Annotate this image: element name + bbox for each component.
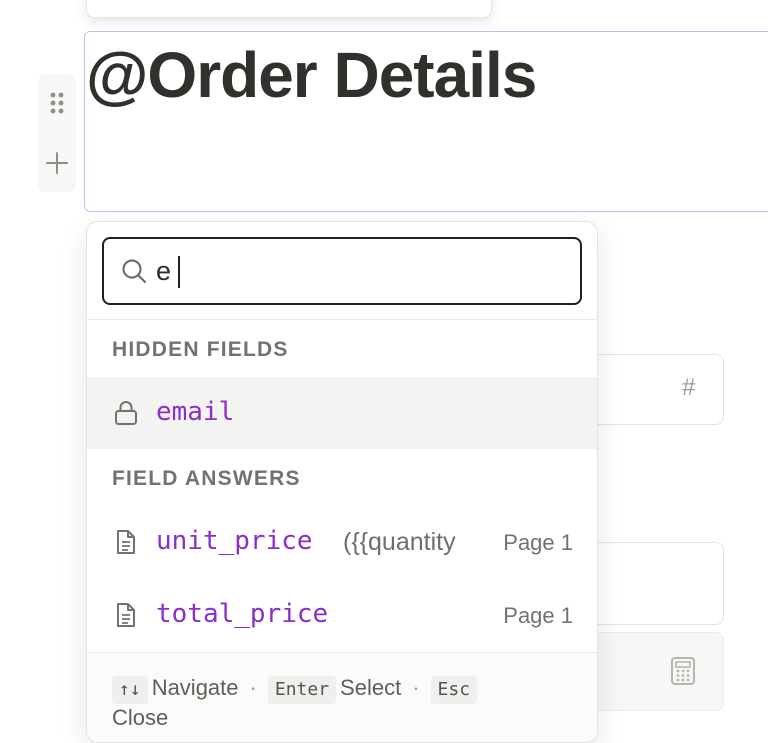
navigate-hint: Navigate [151, 675, 239, 700]
enter-key: Enter [267, 676, 337, 704]
field-formula-preview: ({{quantity [343, 528, 456, 556]
mention-menu: HIDDEN FIELDS email FIELD ANSWERS unit_p… [86, 221, 598, 743]
search-icon [122, 259, 147, 284]
search-input[interactable] [156, 255, 556, 287]
page-badge: Page 1 [503, 530, 573, 555]
lock-icon [115, 401, 137, 425]
list-item-unit-price[interactable]: unit_price ({{quantity Page 1 [87, 506, 597, 578]
close-hint: Close [112, 705, 169, 730]
hash-icon: # [682, 374, 696, 401]
separator: · [249, 675, 257, 700]
field-name: unit_price [156, 526, 313, 556]
navigate-key: ↑↓ [112, 676, 148, 704]
esc-key: Esc [430, 676, 478, 704]
search-box[interactable] [102, 237, 582, 305]
divider [87, 652, 597, 653]
page-badge: Page 1 [503, 603, 573, 628]
text-caret [178, 256, 180, 288]
add-block-button[interactable] [42, 146, 72, 180]
section-label-field-answers: FIELD ANSWERS [112, 467, 301, 490]
document-icon [117, 603, 135, 627]
keyboard-hints: ↑↓ Navigate · Enter Select · Esc Close [112, 674, 582, 732]
list-item-total-price[interactable]: total_price Page 1 [87, 579, 597, 651]
previous-block-card [86, 0, 492, 18]
keyboard-hints-footer: ↑↓ Navigate · Enter Select · Esc Close [87, 652, 597, 742]
field-name: total_price [156, 599, 329, 629]
field-name: email [156, 397, 235, 427]
section-label-hidden-fields: HIDDEN FIELDS [112, 338, 289, 361]
calculator-icon [670, 656, 696, 686]
drag-handle-icon[interactable] [48, 88, 66, 118]
separator: · [412, 675, 420, 700]
list-item-email[interactable]: email [87, 377, 597, 449]
divider [87, 319, 597, 320]
page-title[interactable]: @Order Details [86, 38, 537, 112]
plus-icon [46, 152, 68, 174]
select-hint: Select [340, 675, 402, 700]
document-icon [117, 530, 135, 554]
